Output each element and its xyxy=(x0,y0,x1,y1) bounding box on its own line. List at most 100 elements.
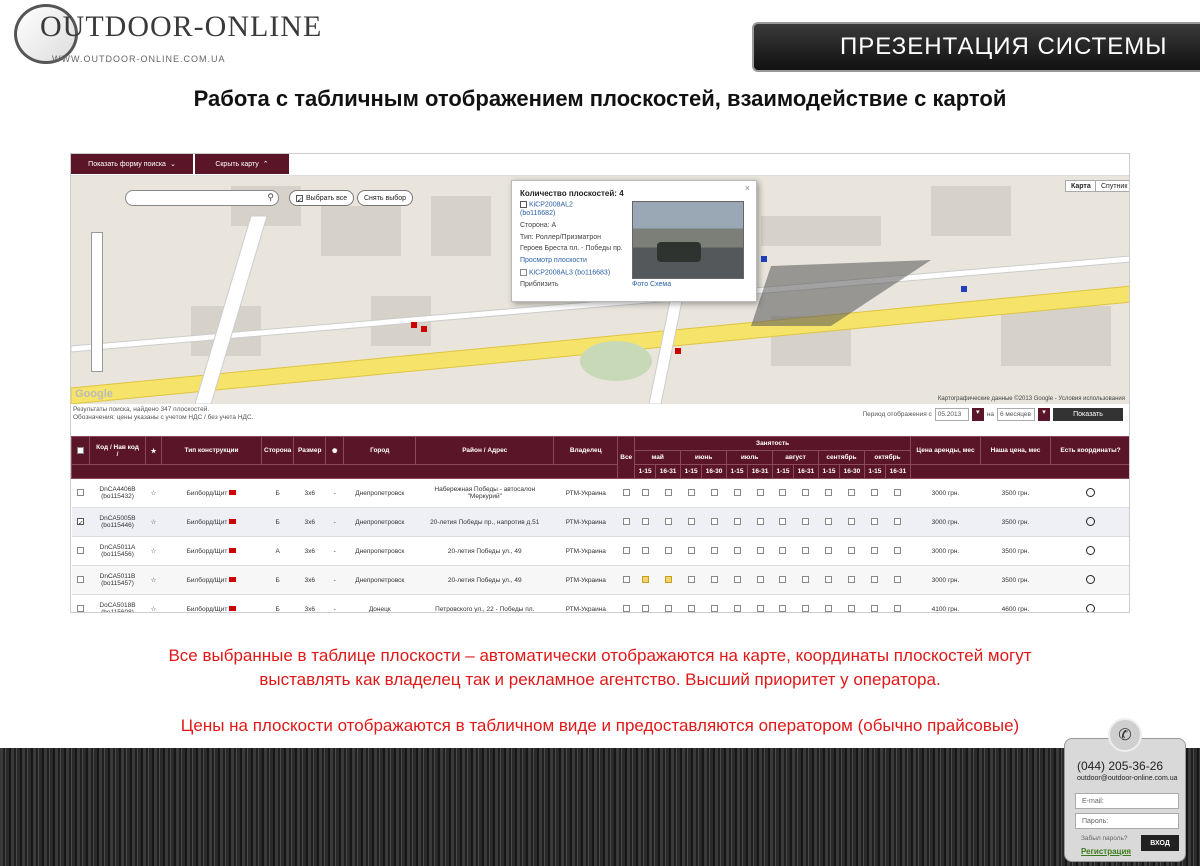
busy-checkbox[interactable] xyxy=(779,489,787,497)
login-button[interactable]: ВХОД xyxy=(1141,835,1179,851)
busy-checkbox[interactable] xyxy=(641,518,649,526)
item1-checkbox[interactable] xyxy=(520,201,527,208)
all-months-cell[interactable] xyxy=(617,536,635,566)
busy-cell[interactable] xyxy=(793,565,819,595)
busy-cell[interactable] xyxy=(772,507,794,537)
busy-checkbox[interactable] xyxy=(802,518,810,526)
busy-cell[interactable] xyxy=(747,478,773,508)
busy-cell[interactable] xyxy=(634,565,656,595)
busy-checkbox[interactable] xyxy=(825,489,833,497)
busy-checkbox[interactable] xyxy=(664,489,672,497)
all-months-cell[interactable] xyxy=(617,565,635,595)
busy-checkbox[interactable] xyxy=(802,489,810,497)
busy-cell[interactable] xyxy=(680,478,702,508)
busy-cell[interactable] xyxy=(701,507,727,537)
busy-checkbox[interactable] xyxy=(733,518,741,526)
busy-checkbox[interactable] xyxy=(848,576,856,584)
busy-checkbox[interactable] xyxy=(848,605,856,612)
busy-checkbox[interactable] xyxy=(710,605,718,612)
busy-cell[interactable] xyxy=(885,507,911,537)
busy-cell[interactable] xyxy=(701,536,727,566)
busy-cell[interactable] xyxy=(864,536,886,566)
photo-caption[interactable]: Фото Схема xyxy=(632,281,671,288)
zoom-slider[interactable] xyxy=(91,232,103,372)
busy-checkbox[interactable] xyxy=(664,605,672,612)
busy-checkbox[interactable] xyxy=(756,605,764,612)
busy-cell[interactable] xyxy=(772,478,794,508)
busy-checkbox[interactable] xyxy=(779,605,787,612)
busy-checkbox[interactable] xyxy=(894,489,902,497)
item2-checkbox[interactable] xyxy=(520,268,527,276)
row-select-cell[interactable] xyxy=(71,594,90,612)
busy-cell[interactable] xyxy=(793,507,819,537)
busy-cell[interactable] xyxy=(747,594,773,612)
busy-checkbox[interactable] xyxy=(825,605,833,612)
item2-code[interactable]: KiCP2008AL3 (bo116683) xyxy=(529,269,610,276)
busy-cell[interactable] xyxy=(680,507,702,537)
all-months-checkbox[interactable] xyxy=(622,576,630,584)
busy-cell[interactable] xyxy=(655,594,681,612)
map-view[interactable]: ⚲ ✓ Выбрать все Снять выбор Карта Спутник… xyxy=(71,176,1129,404)
all-months-checkbox[interactable] xyxy=(622,518,630,526)
busy-cell[interactable] xyxy=(634,536,656,566)
map-search-input[interactable]: ⚲ xyxy=(125,190,279,206)
coords-cell[interactable] xyxy=(1050,507,1129,537)
busy-cell[interactable] xyxy=(818,594,840,612)
row-checkbox[interactable] xyxy=(77,489,84,497)
busy-checkbox[interactable] xyxy=(664,576,672,584)
busy-checkbox[interactable] xyxy=(894,576,902,584)
row-checkbox[interactable] xyxy=(77,547,84,555)
item1-code[interactable]: KiCP2008AL2 xyxy=(529,201,573,208)
busy-checkbox[interactable] xyxy=(779,518,787,526)
busy-checkbox[interactable] xyxy=(894,547,902,555)
busy-cell[interactable] xyxy=(726,536,748,566)
select-all-checkbox[interactable]: ✓ xyxy=(296,194,303,204)
coords-cell[interactable] xyxy=(1050,565,1129,595)
crosshair-icon[interactable] xyxy=(1086,516,1095,526)
busy-cell[interactable] xyxy=(680,565,702,595)
row-code[interactable]: DnCA5005B xyxy=(99,515,135,522)
busy-checkbox[interactable] xyxy=(641,489,649,497)
period-months-select[interactable]: 6 месяцев xyxy=(997,408,1035,421)
busy-cell[interactable] xyxy=(772,536,794,566)
busy-checkbox[interactable] xyxy=(687,489,695,497)
busy-cell[interactable] xyxy=(839,478,865,508)
show-search-button[interactable]: Показать форму поиска ⌄ xyxy=(71,154,193,174)
busy-checkbox[interactable] xyxy=(710,576,718,584)
busy-checkbox[interactable] xyxy=(825,576,833,584)
busy-cell[interactable] xyxy=(701,594,727,612)
row-select-cell[interactable]: ✓ xyxy=(71,507,90,537)
map-copyright[interactable]: Картографические данные ©2013 Google - У… xyxy=(938,396,1125,402)
busy-cell[interactable] xyxy=(634,594,656,612)
busy-cell[interactable] xyxy=(726,478,748,508)
busy-checkbox[interactable] xyxy=(687,518,695,526)
busy-checkbox[interactable] xyxy=(871,576,879,584)
map-type-button[interactable]: Карта xyxy=(1065,180,1097,192)
busy-checkbox[interactable] xyxy=(848,547,856,555)
search-icon[interactable]: ⚲ xyxy=(267,192,274,203)
busy-checkbox[interactable] xyxy=(641,605,649,612)
busy-cell[interactable] xyxy=(772,565,794,595)
busy-cell[interactable] xyxy=(793,594,819,612)
row-checkbox[interactable] xyxy=(77,605,84,612)
busy-checkbox[interactable] xyxy=(710,518,718,526)
busy-checkbox[interactable] xyxy=(802,547,810,555)
crosshair-icon[interactable] xyxy=(1086,603,1095,612)
busy-cell[interactable] xyxy=(839,565,865,595)
crosshair-icon[interactable] xyxy=(1086,574,1095,584)
period-from-select[interactable]: 05.2013 xyxy=(934,408,969,421)
busy-cell[interactable] xyxy=(864,478,886,508)
busy-cell[interactable] xyxy=(818,536,840,566)
close-icon[interactable]: × xyxy=(745,183,750,193)
busy-cell[interactable] xyxy=(818,478,840,508)
busy-checkbox[interactable] xyxy=(641,547,649,555)
busy-cell[interactable] xyxy=(747,507,773,537)
coords-cell[interactable] xyxy=(1050,594,1129,612)
row-code[interactable]: DnCA5011B xyxy=(100,573,136,580)
satellite-type-button[interactable]: Спутник xyxy=(1095,180,1129,192)
busy-cell[interactable] xyxy=(818,565,840,595)
busy-checkbox[interactable] xyxy=(641,576,649,584)
busy-checkbox[interactable] xyxy=(894,518,902,526)
busy-cell[interactable] xyxy=(885,536,911,566)
busy-cell[interactable] xyxy=(839,594,865,612)
